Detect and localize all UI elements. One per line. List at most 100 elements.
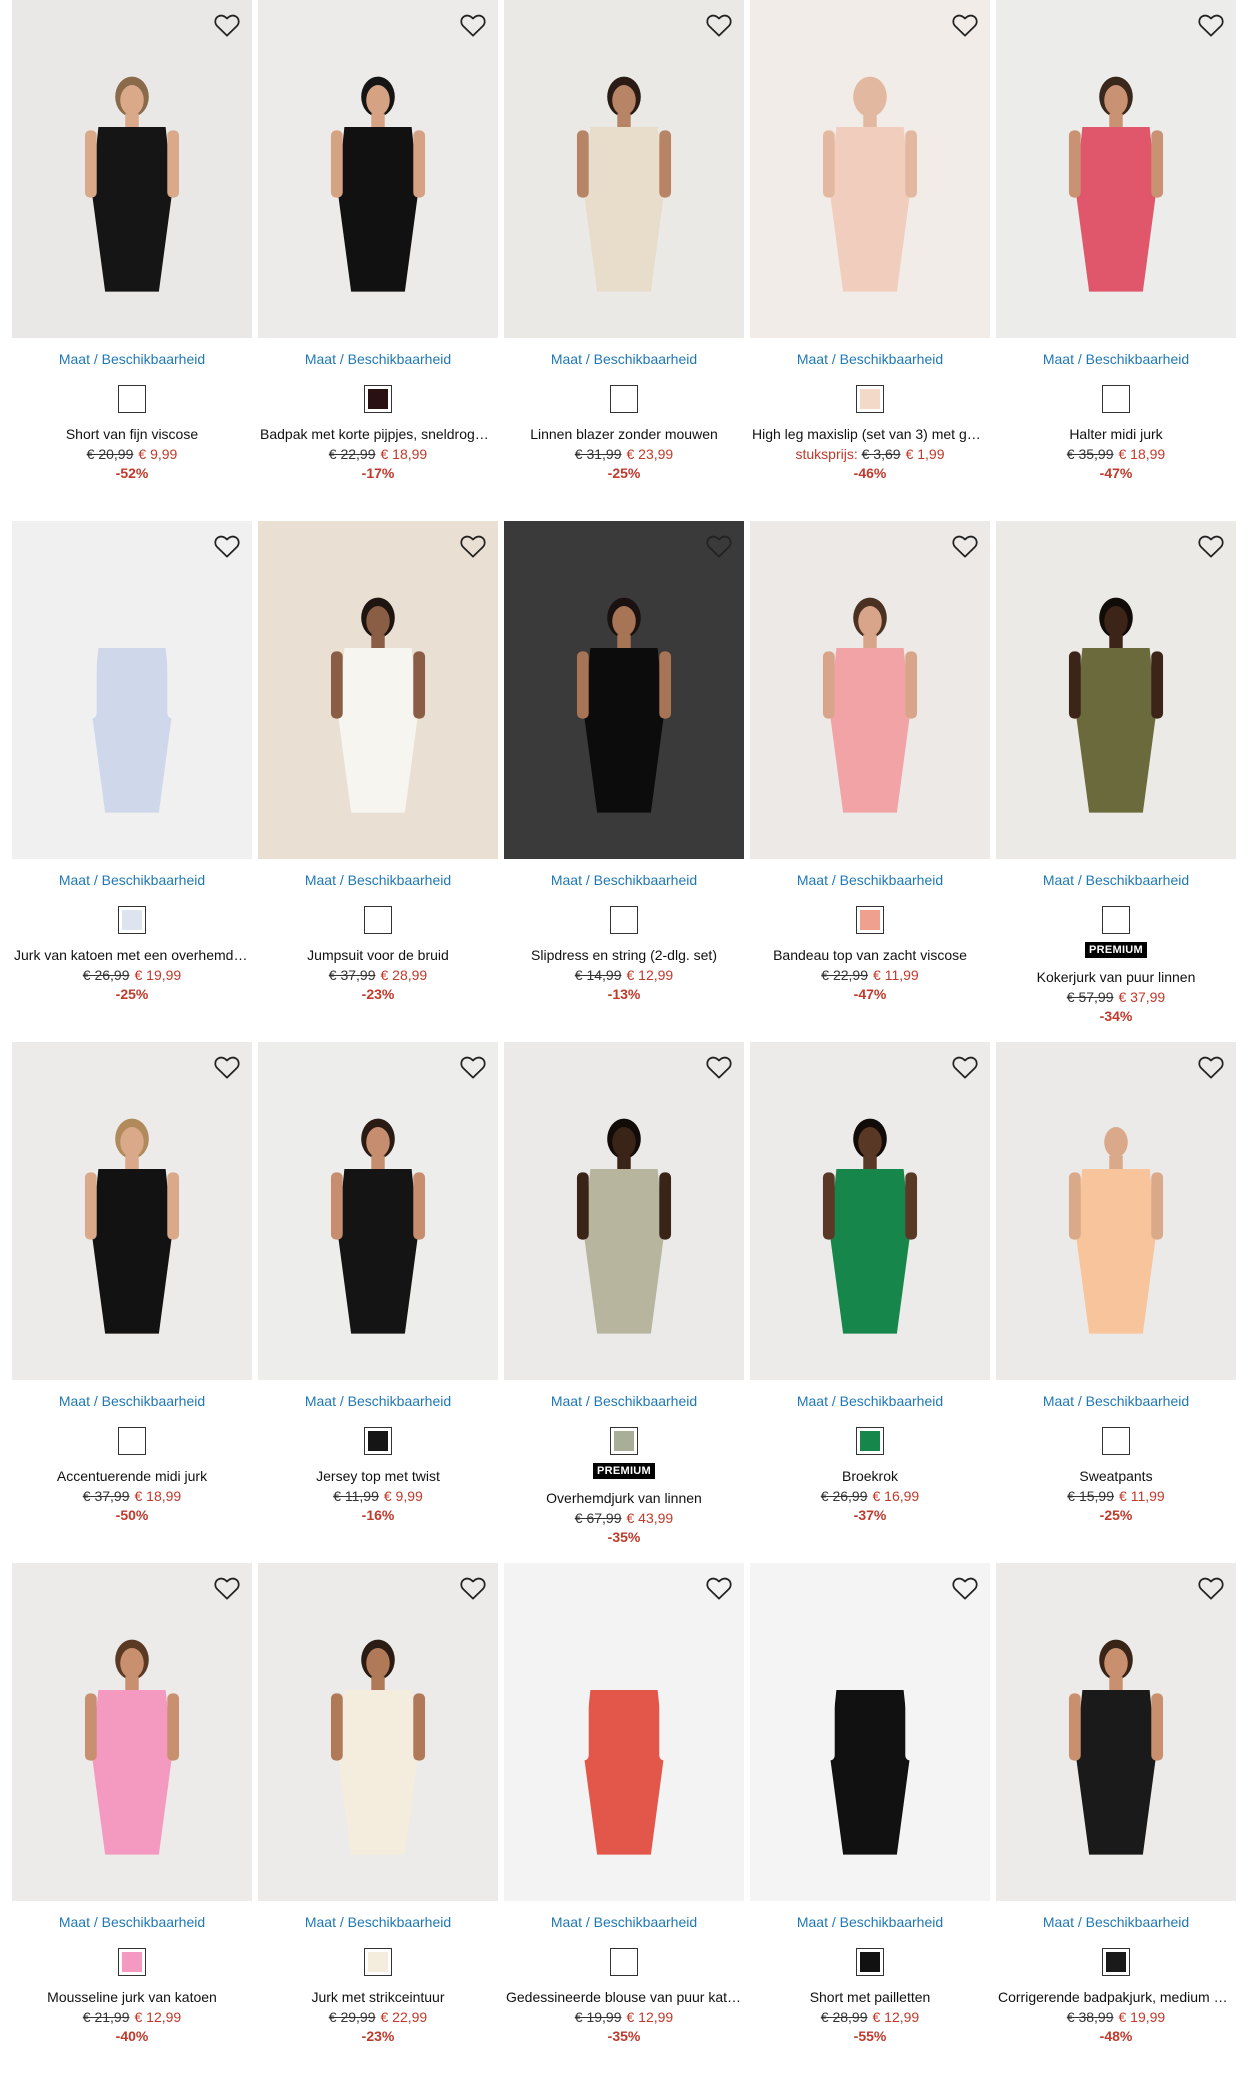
size-availability-link[interactable]: Maat / Beschikbaarheid: [996, 871, 1236, 889]
product-name[interactable]: Overhemdjurk van linnen: [504, 1489, 744, 1507]
product-card[interactable]: Maat / Beschikbaarheid PREMIUM Overhemdjur…: [504, 1042, 744, 1563]
size-availability-link[interactable]: Maat / Beschikbaarheid: [750, 1392, 990, 1410]
product-name[interactable]: Short met pailletten: [750, 1988, 990, 2006]
size-availability-link[interactable]: Maat / Beschikbaarheid: [750, 350, 990, 368]
product-image[interactable]: [258, 1563, 498, 1901]
product-name[interactable]: Broekrok: [750, 1467, 990, 1485]
wishlist-heart-icon[interactable]: [456, 529, 490, 563]
product-name[interactable]: Linnen blazer zonder mouwen: [504, 425, 744, 443]
product-card[interactable]: Maat / Beschikbaarheid Corrigerende badpa…: [996, 1563, 1236, 2084]
wishlist-heart-icon[interactable]: [1194, 1571, 1228, 1605]
color-swatch[interactable]: [1102, 385, 1130, 413]
wishlist-heart-icon[interactable]: [702, 529, 736, 563]
product-name[interactable]: Badpak met korte pijpjes, sneldrogend: [258, 425, 498, 443]
product-image[interactable]: [12, 0, 252, 338]
color-swatch[interactable]: [364, 1948, 392, 1976]
product-name[interactable]: Jurk van katoen met een overhemdkraag: [12, 946, 252, 964]
wishlist-heart-icon[interactable]: [948, 1050, 982, 1084]
wishlist-heart-icon[interactable]: [702, 8, 736, 42]
product-card[interactable]: Maat / Beschikbaarheid Jurk met strikcein…: [258, 1563, 498, 2084]
product-image[interactable]: [996, 1042, 1236, 1380]
size-availability-link[interactable]: Maat / Beschikbaarheid: [258, 871, 498, 889]
product-card[interactable]: Maat / Beschikbaarheid Gedessineerde blou…: [504, 1563, 744, 2084]
wishlist-heart-icon[interactable]: [456, 8, 490, 42]
product-image[interactable]: [12, 1563, 252, 1901]
product-image[interactable]: [12, 521, 252, 859]
size-availability-link[interactable]: Maat / Beschikbaarheid: [12, 871, 252, 889]
product-card[interactable]: Maat / Beschikbaarheid Jumpsuit voor de b…: [258, 521, 498, 1042]
color-swatch[interactable]: [364, 385, 392, 413]
product-name[interactable]: Slipdress en string (2-dlg. set): [504, 946, 744, 964]
wishlist-heart-icon[interactable]: [456, 1571, 490, 1605]
product-card[interactable]: Maat / Beschikbaarheid Broekrok € 26,99 € 1…: [750, 1042, 990, 1563]
color-swatch[interactable]: [364, 906, 392, 934]
product-image[interactable]: [504, 1042, 744, 1380]
size-availability-link[interactable]: Maat / Beschikbaarheid: [12, 1392, 252, 1410]
wishlist-heart-icon[interactable]: [948, 8, 982, 42]
product-name[interactable]: Halter midi jurk: [996, 425, 1236, 443]
product-image[interactable]: [258, 0, 498, 338]
size-availability-link[interactable]: Maat / Beschikbaarheid: [504, 1913, 744, 1931]
wishlist-heart-icon[interactable]: [948, 1571, 982, 1605]
product-image[interactable]: [258, 521, 498, 859]
product-card[interactable]: Maat / Beschikbaarheid Bandeau top van za…: [750, 521, 990, 1042]
product-name[interactable]: Jumpsuit voor de bruid: [258, 946, 498, 964]
color-swatch[interactable]: [118, 385, 146, 413]
color-swatch[interactable]: [610, 385, 638, 413]
size-availability-link[interactable]: Maat / Beschikbaarheid: [12, 1913, 252, 1931]
size-availability-link[interactable]: Maat / Beschikbaarheid: [12, 350, 252, 368]
product-image[interactable]: [996, 0, 1236, 338]
product-card[interactable]: Maat / Beschikbaarheid Jersey top met twi…: [258, 1042, 498, 1563]
size-availability-link[interactable]: Maat / Beschikbaarheid: [996, 350, 1236, 368]
product-image[interactable]: [996, 1563, 1236, 1901]
product-card[interactable]: Maat / Beschikbaarheid Badpak met korte p…: [258, 0, 498, 521]
color-swatch[interactable]: [856, 1948, 884, 1976]
product-name[interactable]: Short van fijn viscose: [12, 425, 252, 443]
product-card[interactable]: Maat / Beschikbaarheid Short met paillett…: [750, 1563, 990, 2084]
product-name[interactable]: Kokerjurk van puur linnen: [996, 968, 1236, 986]
wishlist-heart-icon[interactable]: [702, 1571, 736, 1605]
color-swatch[interactable]: [1102, 1948, 1130, 1976]
color-swatch[interactable]: [118, 1427, 146, 1455]
color-swatch[interactable]: [1102, 906, 1130, 934]
product-image[interactable]: [750, 1042, 990, 1380]
product-image[interactable]: [750, 1563, 990, 1901]
wishlist-heart-icon[interactable]: [1194, 529, 1228, 563]
product-image[interactable]: [504, 0, 744, 338]
size-availability-link[interactable]: Maat / Beschikbaarheid: [258, 1913, 498, 1931]
size-availability-link[interactable]: Maat / Beschikbaarheid: [504, 350, 744, 368]
product-image[interactable]: [750, 0, 990, 338]
product-image[interactable]: [12, 1042, 252, 1380]
size-availability-link[interactable]: Maat / Beschikbaarheid: [996, 1392, 1236, 1410]
wishlist-heart-icon[interactable]: [210, 1571, 244, 1605]
color-swatch[interactable]: [364, 1427, 392, 1455]
product-name[interactable]: Bandeau top van zacht viscose: [750, 946, 990, 964]
product-card[interactable]: Maat / Beschikbaarheid High leg maxislip …: [750, 0, 990, 521]
product-image[interactable]: [996, 521, 1236, 859]
product-image[interactable]: [504, 1563, 744, 1901]
color-swatch[interactable]: [856, 385, 884, 413]
size-availability-link[interactable]: Maat / Beschikbaarheid: [996, 1913, 1236, 1931]
product-name[interactable]: Jurk met strikceintuur: [258, 1988, 498, 2006]
product-image[interactable]: [258, 1042, 498, 1380]
product-card[interactable]: Maat / Beschikbaarheid Sweatpants € 15,99 €…: [996, 1042, 1236, 1563]
color-swatch[interactable]: [856, 906, 884, 934]
product-name[interactable]: Mousseline jurk van katoen: [12, 1988, 252, 2006]
product-name[interactable]: Accentuerende midi jurk: [12, 1467, 252, 1485]
product-name[interactable]: Sweatpants: [996, 1467, 1236, 1485]
wishlist-heart-icon[interactable]: [1194, 1050, 1228, 1084]
product-name[interactable]: Jersey top met twist: [258, 1467, 498, 1485]
size-availability-link[interactable]: Maat / Beschikbaarheid: [258, 350, 498, 368]
product-card[interactable]: Maat / Beschikbaarheid Jurk van katoen me…: [12, 521, 252, 1042]
size-availability-link[interactable]: Maat / Beschikbaarheid: [750, 871, 990, 889]
color-swatch[interactable]: [610, 906, 638, 934]
product-name[interactable]: Gedessineerde blouse van puur katoen: [504, 1988, 744, 2006]
wishlist-heart-icon[interactable]: [210, 1050, 244, 1084]
product-card[interactable]: Maat / Beschikbaarheid Short van fijn vis…: [12, 0, 252, 521]
product-card[interactable]: Maat / Beschikbaarheid PREMIUM Kokerjurk v…: [996, 521, 1236, 1042]
color-swatch[interactable]: [1102, 1427, 1130, 1455]
color-swatch[interactable]: [610, 1948, 638, 1976]
product-name[interactable]: High leg maxislip (set van 3) met gebloe…: [750, 425, 990, 443]
product-card[interactable]: Maat / Beschikbaarheid Accentuerende midi…: [12, 1042, 252, 1563]
wishlist-heart-icon[interactable]: [210, 8, 244, 42]
